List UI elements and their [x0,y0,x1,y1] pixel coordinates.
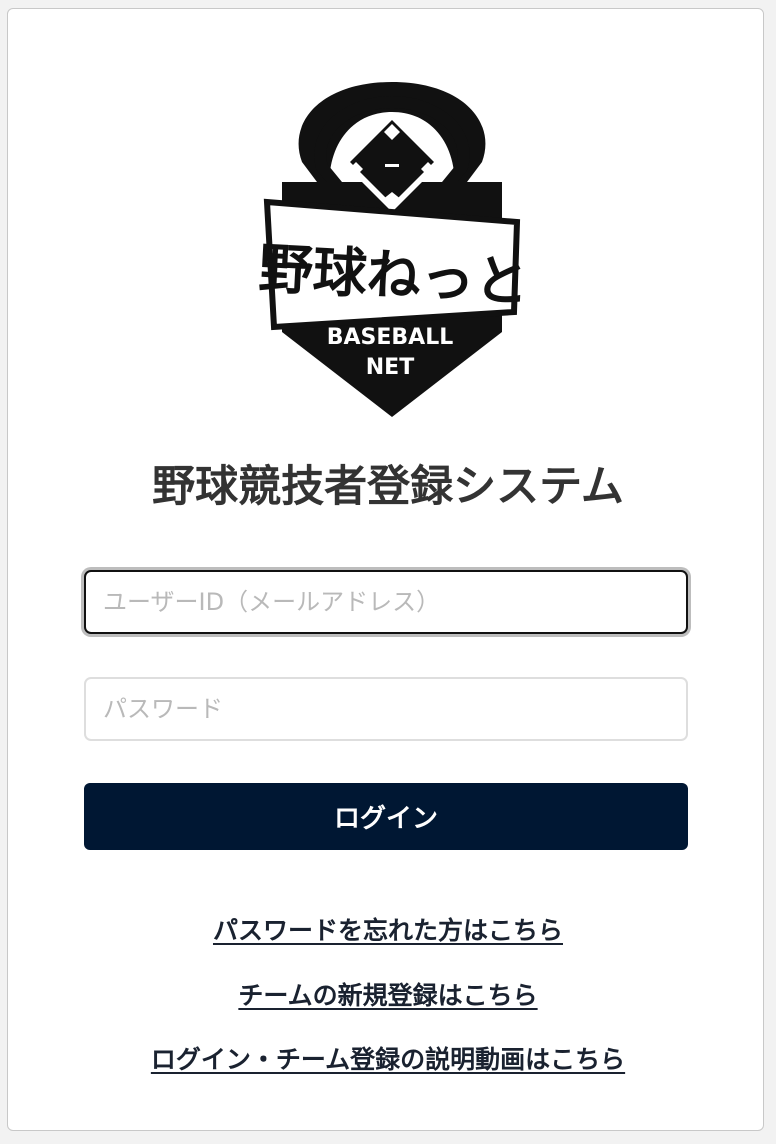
baseball-net-logo: 野球ねっと BASEBALL NET [257,82,530,417]
user-id-input[interactable] [84,570,688,634]
tutorial-video-link[interactable]: ログイン・チーム登録の説明動画はこちら [0,1040,776,1076]
new-team-registration-link[interactable]: チームの新規登録はこちら [0,976,776,1012]
pitcher-mound-icon [385,164,399,167]
forgot-password-link[interactable]: パスワードを忘れた方はこちら [0,911,776,947]
logo-brand-en-2: NET [366,355,414,380]
page-title: 野球競技者登録システム [152,462,624,512]
logo-brand-en-1: BASEBALL [327,325,454,350]
login-button[interactable]: ログイン [84,783,688,850]
password-input[interactable] [84,677,688,741]
